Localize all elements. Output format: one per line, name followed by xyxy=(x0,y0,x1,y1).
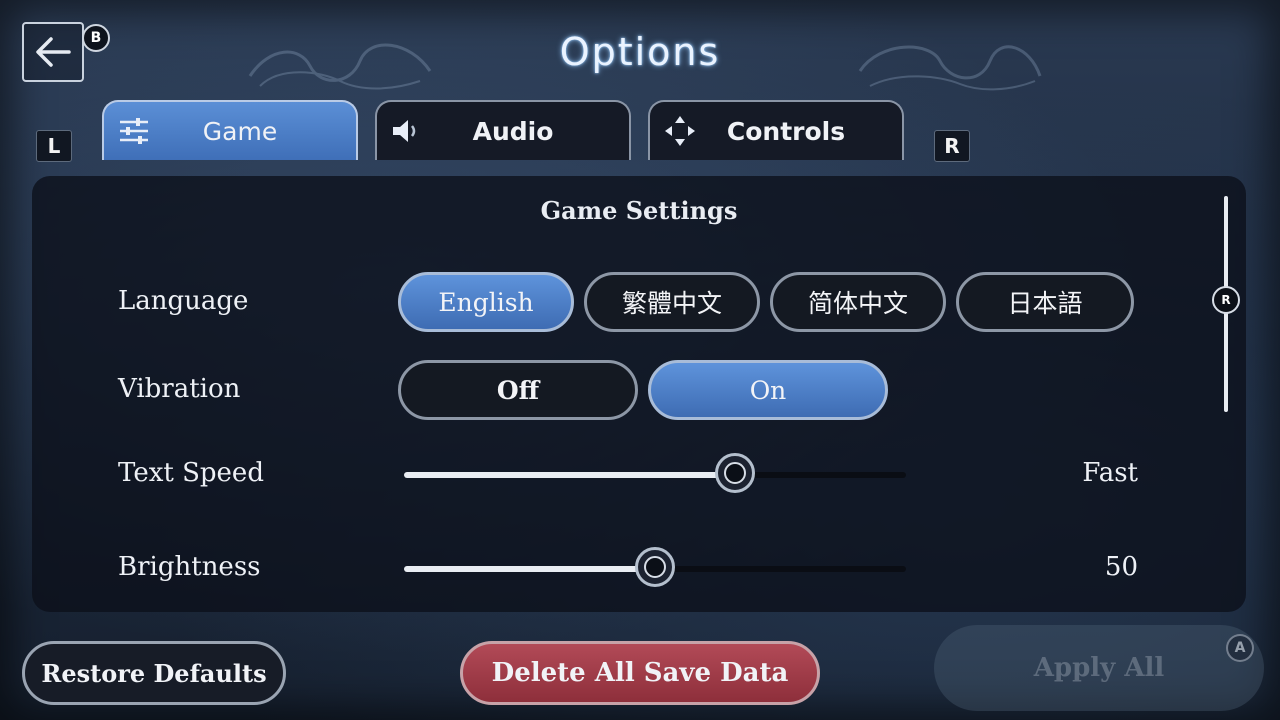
tab-game-label: Game xyxy=(202,116,278,146)
vibration-off-button[interactable]: Off xyxy=(398,360,638,420)
text-speed-knob[interactable] xyxy=(715,453,755,493)
brightness-label: Brightness xyxy=(118,552,261,582)
text-speed-value: Fast xyxy=(1082,458,1138,488)
a-button-badge: A xyxy=(1226,634,1254,662)
brightness-knob[interactable] xyxy=(635,547,675,587)
brightness-slider[interactable] xyxy=(404,547,906,587)
text-speed-fill xyxy=(404,472,735,478)
tab-game[interactable]: Game xyxy=(102,100,358,160)
panel-title: Game Settings xyxy=(540,196,738,225)
vibration-label: Vibration xyxy=(118,374,241,404)
delete-all-save-data-button[interactable]: Delete All Save Data xyxy=(460,641,820,705)
text-speed-label: Text Speed xyxy=(118,458,264,488)
vibration-on-button[interactable]: On xyxy=(648,360,888,420)
r-shoulder-badge[interactable]: R xyxy=(934,130,970,162)
tab-audio-label: Audio xyxy=(472,116,554,146)
dpad-icon xyxy=(650,114,710,148)
tab-audio[interactable]: Audio xyxy=(375,100,631,160)
language-option-japanese[interactable]: 日本語 xyxy=(956,272,1134,332)
language-option-traditional-chinese[interactable]: 繁體中文 xyxy=(584,272,760,332)
brightness-fill xyxy=(404,566,655,572)
restore-defaults-button[interactable]: Restore Defaults xyxy=(22,641,286,705)
brightness-value: 50 xyxy=(1104,552,1138,582)
tab-controls[interactable]: Controls xyxy=(648,100,904,160)
settings-panel: Game Settings Language English 繁體中文 简体中文… xyxy=(32,176,1246,612)
l-shoulder-badge[interactable]: L xyxy=(36,130,72,162)
tab-controls-label: Controls xyxy=(726,116,846,146)
page-title: Options xyxy=(559,30,721,74)
language-option-simplified-chinese[interactable]: 简体中文 xyxy=(770,272,946,332)
language-option-english[interactable]: English xyxy=(398,272,574,332)
r-stick-scroll-badge[interactable]: R xyxy=(1212,286,1240,314)
apply-all-button[interactable]: Apply All xyxy=(934,625,1264,711)
text-speed-slider[interactable] xyxy=(404,453,906,493)
sliders-icon xyxy=(104,117,164,145)
language-label: Language xyxy=(118,286,249,316)
speaker-icon xyxy=(377,117,437,145)
